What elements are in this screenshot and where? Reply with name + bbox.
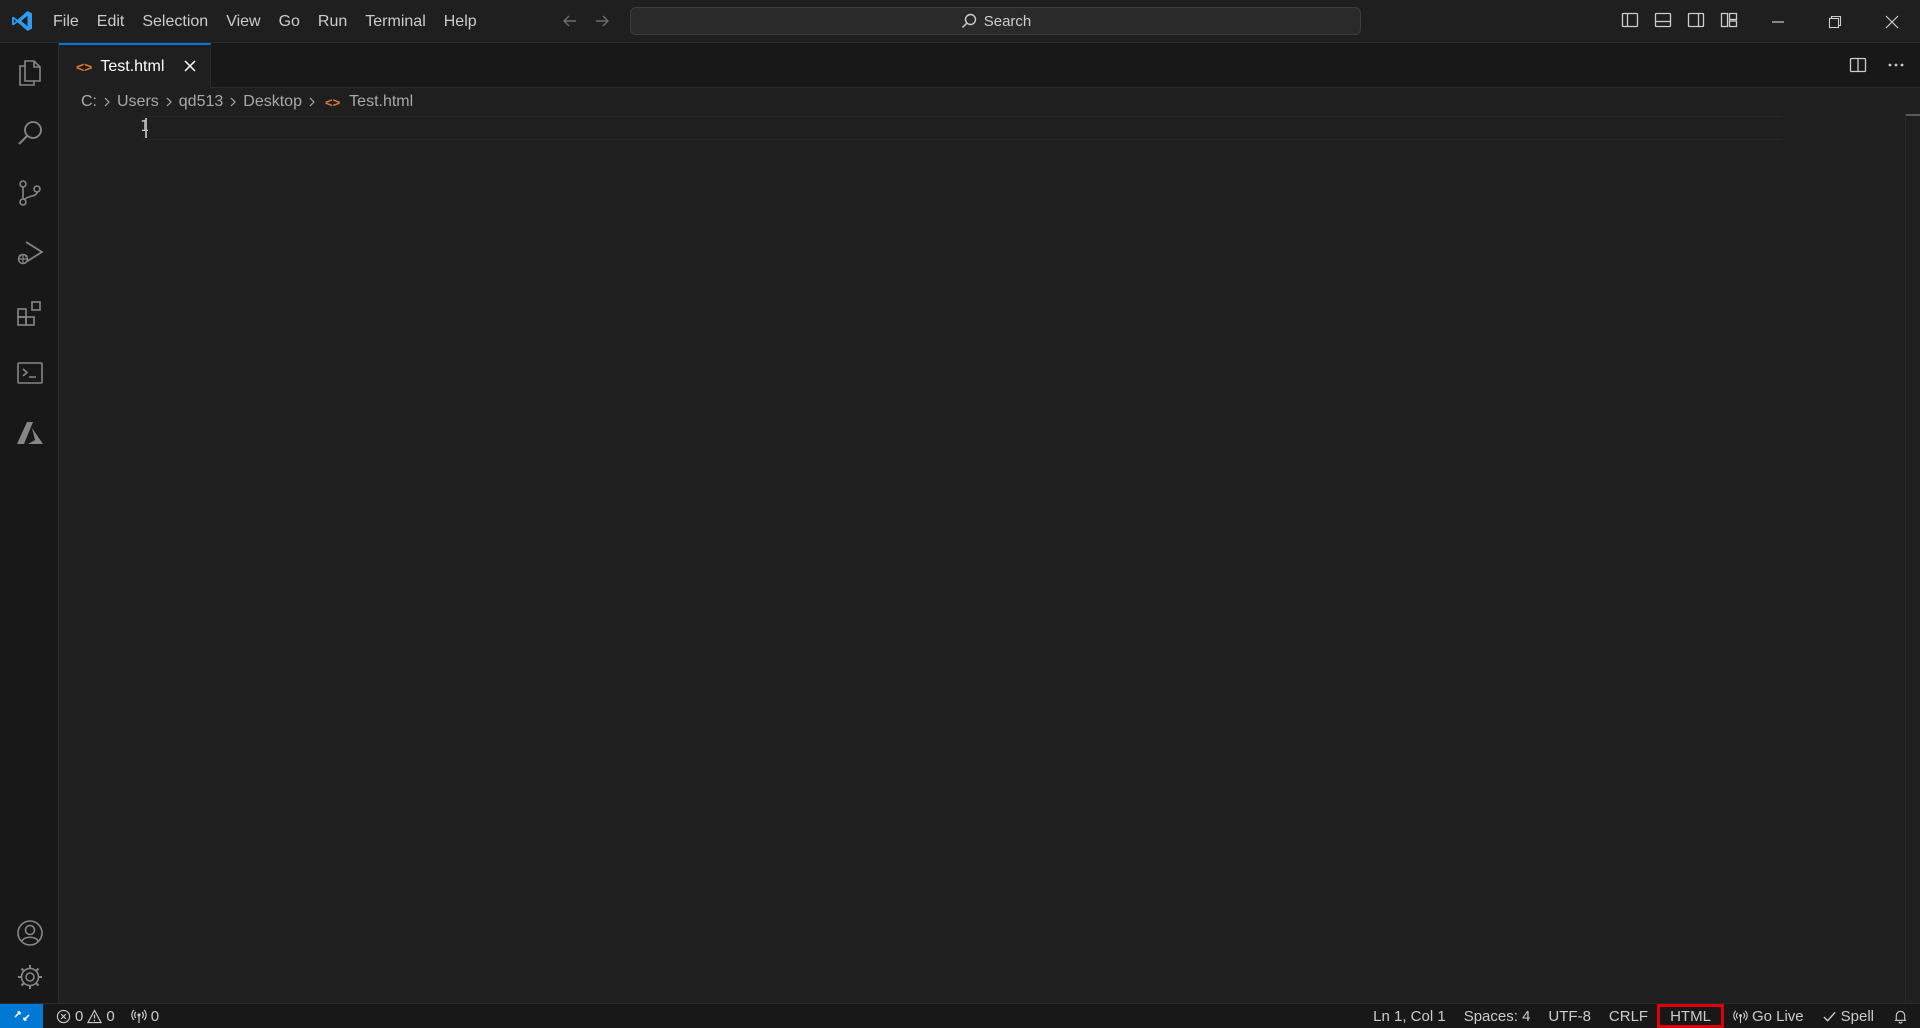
toggle-primary-sidebar-icon[interactable] [1620, 10, 1640, 30]
run-and-debug-button[interactable] [0, 229, 59, 277]
search-icon [961, 13, 976, 29]
breadcrumb-file[interactable]: Test.html [348, 93, 414, 111]
restore-button[interactable] [1806, 0, 1863, 43]
files-icon [18, 60, 41, 86]
minimize-button[interactable] [1749, 0, 1806, 43]
current-line-highlight [142, 116, 1782, 140]
toggle-panel-icon[interactable] [1653, 10, 1673, 30]
html-file-icon: <> [76, 58, 93, 75]
account-icon [16, 920, 43, 946]
chevron-right-icon [309, 97, 315, 107]
forward-arrow-icon[interactable] [592, 11, 612, 31]
manage-button[interactable] [0, 953, 59, 1001]
broadcast-icon [130, 1009, 147, 1023]
azure-icon [16, 422, 43, 444]
search-view-button[interactable] [0, 109, 59, 157]
tab-label: Test.html [100, 57, 165, 75]
warning-count: 0 [106, 1007, 115, 1025]
spell-label: Spell [1840, 1007, 1874, 1025]
search-icon [17, 121, 42, 145]
status-bar: 0 0 0 Ln 1, Col 1 Spaces: 4 UTF-8 CRLF H… [0, 1003, 1920, 1028]
vscode-logo-icon [12, 11, 32, 31]
menu-go[interactable]: Go [270, 8, 309, 36]
status-right-items: Ln 1, Col 1 Spaces: 4 UTF-8 CRLF HTML Go… [1364, 1004, 1920, 1028]
editor-tab-bar: <> Test.html [59, 43, 1920, 88]
language-mode[interactable]: HTML [1657, 1004, 1724, 1028]
explorer-button[interactable] [0, 49, 59, 97]
source-control-button[interactable] [0, 169, 59, 217]
minimize-icon [1771, 20, 1784, 23]
extensions-button[interactable] [0, 289, 59, 337]
chevron-right-icon [166, 97, 172, 107]
warning-icon [87, 1008, 103, 1023]
menu-help[interactable]: Help [435, 8, 486, 36]
toggle-secondary-sidebar-icon[interactable] [1686, 10, 1706, 30]
remote-indicator-button[interactable] [0, 1004, 43, 1028]
azure-button[interactable] [0, 409, 59, 457]
editor-actions [1848, 55, 1906, 75]
navigation-arrows [560, 11, 612, 31]
breadcrumb-users[interactable]: Users [116, 93, 160, 111]
chevron-right-icon [104, 97, 110, 107]
text-cursor [145, 118, 147, 138]
error-icon [56, 1009, 71, 1023]
breadcrumb-desktop[interactable]: Desktop [242, 93, 303, 111]
bell-icon [1894, 1010, 1907, 1024]
layout-controls [1620, 10, 1739, 30]
cursor-position[interactable]: Ln 1, Col 1 [1364, 1004, 1455, 1028]
go-live-label: Go Live [1751, 1007, 1804, 1025]
breadcrumb: C: Users qd513 Desktop <> Test.html [80, 90, 414, 114]
menu-run[interactable]: Run [309, 8, 356, 36]
tab-test-html[interactable]: <> Test.html [59, 43, 211, 88]
menu-edit[interactable]: Edit [88, 8, 134, 36]
line-number: 1 [99, 117, 149, 135]
error-count: 0 [75, 1007, 84, 1025]
problems-indicator[interactable]: 0 0 [52, 1004, 119, 1028]
title-bar: File Edit Selection View Go Run Terminal… [0, 0, 1920, 43]
close-tab-icon[interactable] [180, 56, 200, 76]
menu-terminal[interactable]: Terminal [356, 8, 434, 36]
source-control-icon [18, 180, 41, 206]
file-encoding[interactable]: UTF-8 [1539, 1004, 1600, 1028]
code-editor[interactable]: 1 [59, 114, 1920, 1003]
menu-view[interactable]: View [217, 8, 269, 36]
command-center-search[interactable]: Search [630, 7, 1361, 35]
menu-selection[interactable]: Selection [133, 8, 217, 36]
accounts-button[interactable] [0, 909, 59, 957]
menu-bar: File Edit Selection View Go Run Terminal… [44, 0, 486, 43]
html-file-icon: <> [324, 94, 341, 110]
indentation[interactable]: Spaces: 4 [1455, 1004, 1540, 1028]
terminal-view-button[interactable] [0, 349, 59, 397]
close-window-button[interactable] [1863, 0, 1920, 43]
run-debug-icon [17, 241, 44, 265]
search-label: Search [983, 12, 1032, 30]
split-editor-icon[interactable] [1848, 55, 1868, 75]
gear-icon [17, 965, 42, 989]
more-actions-icon[interactable] [1886, 55, 1906, 75]
ports-indicator[interactable]: 0 [123, 1004, 167, 1028]
menu-file[interactable]: File [44, 8, 88, 36]
chevron-right-icon [230, 97, 237, 107]
customize-layout-icon[interactable] [1719, 10, 1739, 30]
back-arrow-icon[interactable] [560, 11, 580, 31]
terminal-icon [16, 362, 43, 384]
remote-icon [13, 1011, 30, 1021]
activity-bar [0, 43, 59, 1003]
close-icon [1885, 15, 1898, 28]
spell-check-button[interactable]: Spell [1813, 1004, 1883, 1028]
extensions-icon [16, 301, 41, 326]
restore-icon [1828, 15, 1841, 28]
notifications-button[interactable] [1883, 1004, 1920, 1028]
breadcrumb-user-folder[interactable]: qd513 [178, 93, 225, 111]
status-left-items: 0 0 0 [52, 1004, 167, 1028]
overview-ruler-marker [1906, 114, 1920, 116]
ports-count: 0 [150, 1007, 160, 1025]
go-live-button[interactable]: Go Live [1724, 1004, 1813, 1028]
end-of-line[interactable]: CRLF [1600, 1004, 1657, 1028]
breadcrumb-drive[interactable]: C: [80, 93, 98, 111]
check-icon [1823, 1011, 1836, 1022]
editor-scrollbar[interactable] [1905, 114, 1920, 1003]
window-controls [1749, 0, 1920, 43]
broadcast-icon [1733, 1009, 1748, 1023]
